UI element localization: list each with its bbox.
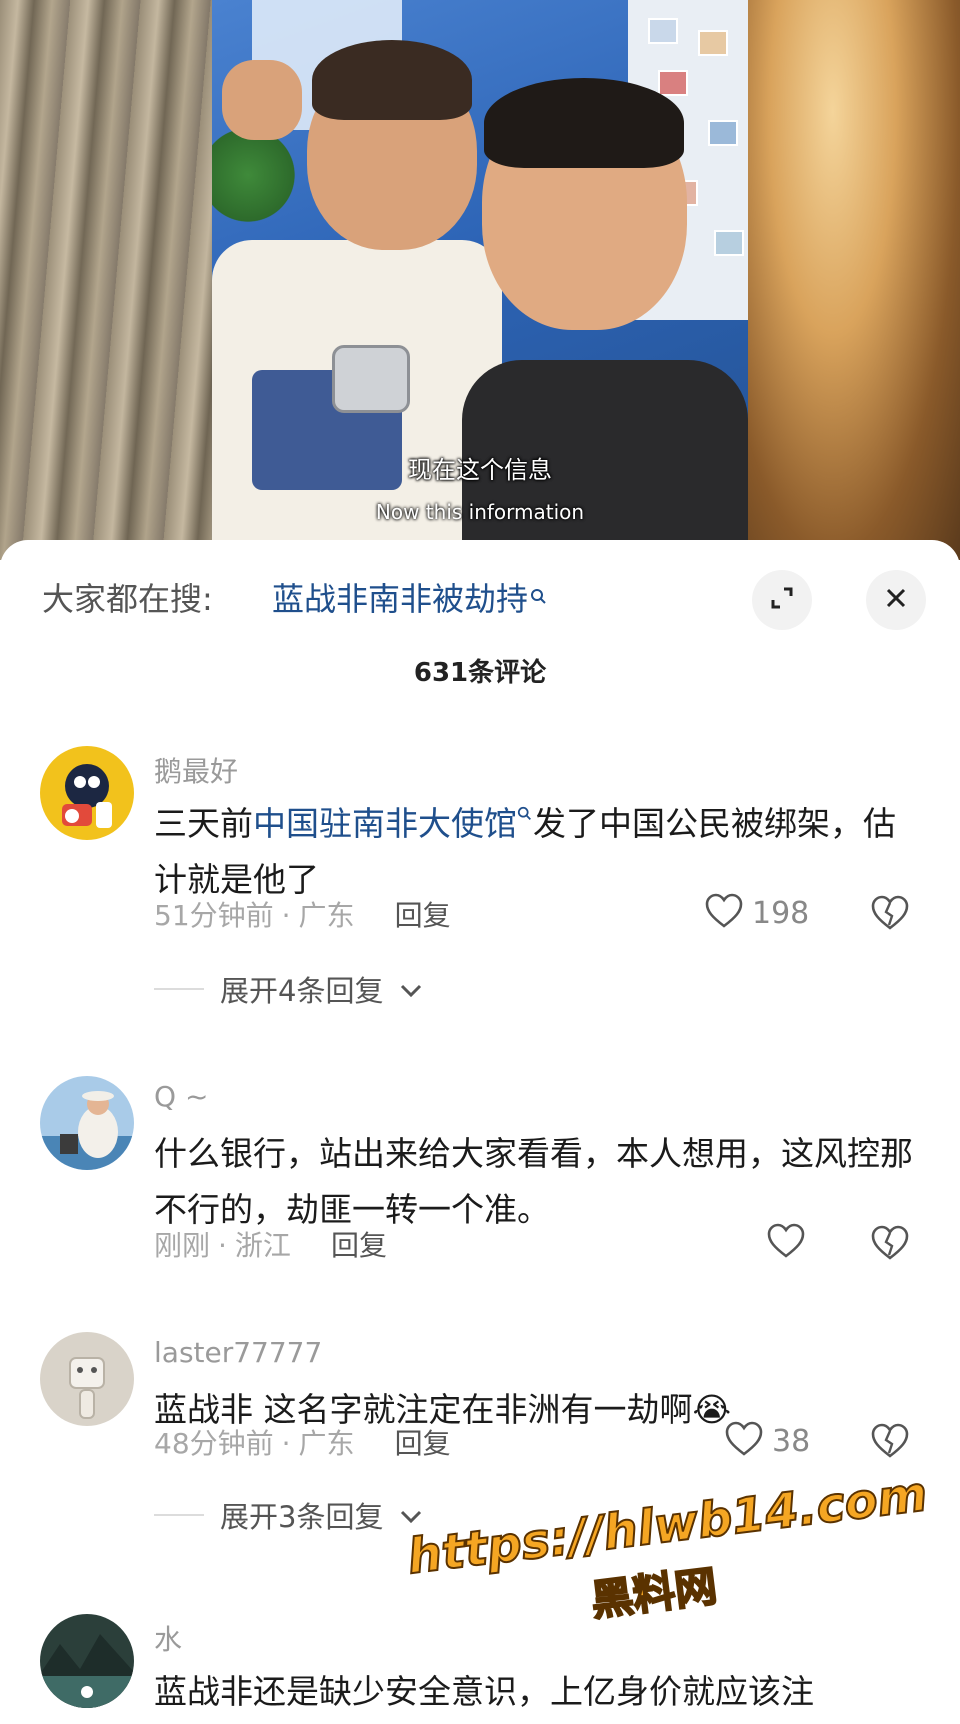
dislike-button[interactable] [870,894,910,936]
comment-location: 广东 [298,899,355,932]
reply-button[interactable]: 回复 [331,1229,387,1262]
like-button[interactable]: 38 [724,1420,810,1462]
trending-search-prefix: 大家都在搜: [42,580,213,618]
comment-username[interactable]: laster77777 [154,1336,322,1369]
dislike-button[interactable] [870,1422,910,1464]
video-blur-background-left [0,0,212,560]
peace-sign-hand [222,60,302,140]
expand-replies-label: 展开4条回复 [220,974,384,1008]
comment-item: Q ~ 什么银行，站出来给大家看看，本人想用，这风控那不行的，劫匪一转一个准。 … [0,1076,960,1316]
person-right-hair [484,78,684,168]
broken-heart-icon [870,1225,910,1266]
heart-icon [704,892,744,934]
comment-location: 浙江 [234,1229,291,1262]
comment-username[interactable]: 水 [154,1618,182,1658]
like-button[interactable] [766,1222,814,1264]
trending-search-term: 蓝战非南非被劫持 [272,580,529,618]
avatar[interactable] [40,746,134,840]
meta-separator: · [281,899,291,932]
avatar[interactable] [40,1076,134,1170]
like-count: 198 [752,895,810,931]
video-subtitle-chinese: 现在这个信息 [408,456,552,484]
comment-text-segment: 三天前 [154,804,253,843]
like-count: 38 [772,1423,811,1459]
comment-username[interactable]: 鹅最好 [154,750,238,790]
comment-meta: 刚刚 · 浙江 回复 [154,1224,387,1264]
comment-item: 水 蓝战非还是缺少安全意识，上亿身价就应该注 [0,1614,960,1724]
divider-line [154,988,204,990]
dislike-button[interactable] [870,1224,910,1266]
video-frame: 现在这个信息 Now this information [212,0,748,560]
like-button[interactable]: 198 [704,892,809,934]
avatar[interactable] [40,1332,134,1426]
trending-search-link[interactable]: 蓝战非南非被劫持 [272,574,548,620]
broken-heart-icon [870,1423,910,1464]
comment-time: 48分钟前 [154,1427,274,1460]
video-blur-background-right [748,0,960,560]
search-icon [517,806,531,820]
comment-meta: 48分钟前 · 广东 回复 [154,1422,451,1462]
comment-count-title: 631条评论 [413,658,547,688]
broken-heart-icon [870,895,910,936]
comment-item: laster77777 蓝战非 这名字就注定在非洲有一劫啊😭 48分钟前 · 广东回… [0,1332,960,1632]
action-camera [332,345,410,413]
comments-panel: 大家都在搜: 蓝战非南非被劫持 631条评论 鹅最好 三天前中国驻南非大使馆 发… [0,540,960,1724]
comment-username[interactable]: Q ~ [154,1080,208,1113]
expand-replies-label: 展开3条回复 [220,1500,384,1534]
expand-icon [768,584,796,616]
meta-separator: · [218,1229,227,1262]
comment-location: 广东 [298,1427,355,1460]
expand-fullscreen-button[interactable] [752,570,812,630]
search-icon [530,576,548,614]
comment-text: 蓝战非还是缺少安全意识，上亿身价就应该注 [154,1672,814,1711]
comment-item: 鹅最好 三天前中国驻南非大使馆 发了中国公民被绑架，估计就是他了 51分钟前 · 广东… [0,746,960,1036]
reply-button[interactable]: 回复 [395,1427,451,1460]
comment-time: 刚刚 [154,1229,211,1262]
heart-icon [766,1222,806,1264]
chevron-down-icon [399,972,423,1006]
chevron-down-icon [399,1498,423,1532]
video-subtitle-english: Now this information [375,500,585,524]
close-comments-button[interactable] [866,570,926,630]
divider-line [154,1514,204,1516]
comment-time: 51分钟前 [154,899,274,932]
video-player[interactable]: 现在这个信息 Now this information [0,0,960,560]
heart-icon [724,1420,764,1462]
close-icon [883,585,909,615]
comment-hashtag-link[interactable]: 中国驻南非大使馆 [253,804,533,843]
comment-meta: 51分钟前 · 广东 回复 [154,894,451,934]
person-left-hair [312,40,472,120]
trending-search-bar: 大家都在搜: 蓝战非南非被劫持 [0,540,960,640]
reply-button[interactable]: 回复 [395,899,451,932]
expand-replies-button[interactable]: 展开3条回复 [154,1494,423,1536]
comment-link-label: 中国驻南非大使馆 [253,804,517,843]
meta-separator: · [281,1427,291,1460]
expand-replies-button[interactable]: 展开4条回复 [154,968,423,1010]
avatar[interactable] [40,1614,134,1708]
